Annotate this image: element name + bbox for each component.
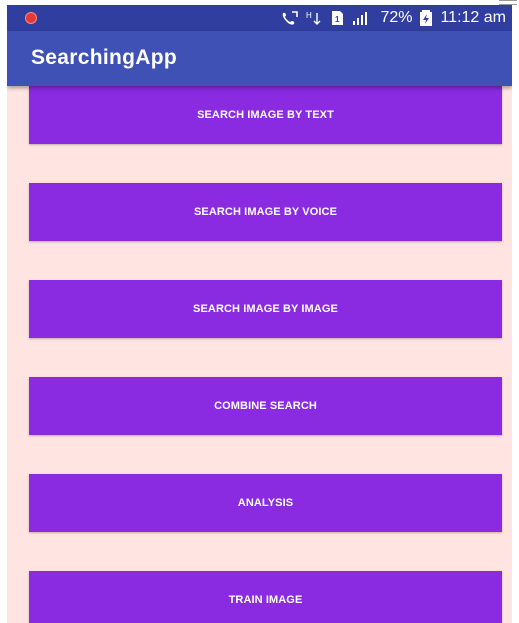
battery-percent: 72% [380, 9, 413, 26]
search-image-by-voice-button[interactable]: SEARCH IMAGE BY VOICE [29, 183, 502, 241]
app-title: SearchingApp [31, 46, 177, 69]
status-bar: H 1 72% 11:12 am [7, 5, 512, 31]
app-bar: SearchingApp [7, 31, 512, 86]
status-icons: H 1 72% 11:12 am [280, 5, 506, 31]
phone-screen: H 1 72% 11:12 am SearchingApp SEARCH IMA… [7, 5, 512, 623]
svg-text:1: 1 [335, 15, 340, 24]
main-content: SEARCH IMAGE BY TEXT SEARCH IMAGE BY VOI… [7, 86, 512, 623]
signal-icon [351, 10, 373, 26]
combine-search-button[interactable]: COMBINE SEARCH [29, 377, 502, 435]
sim-icon: 1 [330, 10, 344, 26]
analysis-button[interactable]: ANALYSIS [29, 474, 502, 532]
notification-icon [25, 12, 37, 24]
search-image-by-text-button[interactable]: SEARCH IMAGE BY TEXT [29, 86, 502, 144]
call-icon [280, 11, 299, 25]
train-image-button[interactable]: TRAIN IMAGE [29, 571, 502, 623]
status-time: 11:12 am [440, 9, 506, 26]
data-icon: H [305, 10, 323, 26]
svg-text:H: H [306, 11, 312, 20]
battery-icon [419, 9, 433, 27]
search-image-by-image-button[interactable]: SEARCH IMAGE BY IMAGE [29, 280, 502, 338]
